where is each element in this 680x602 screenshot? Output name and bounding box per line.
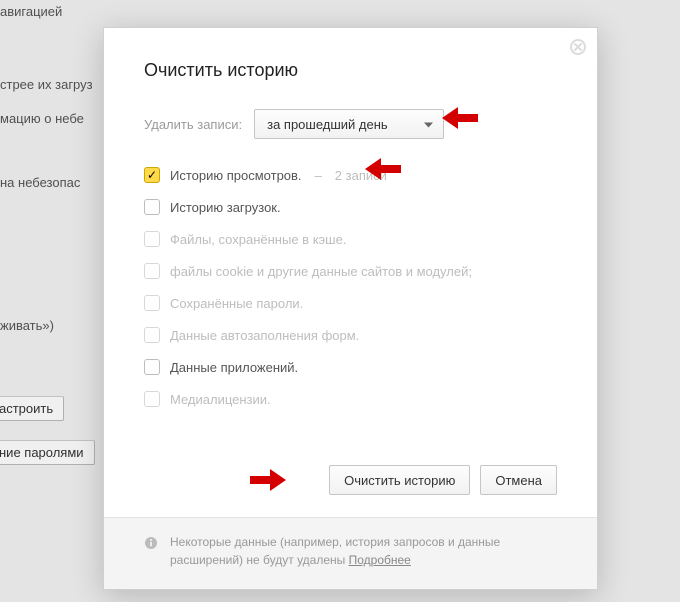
dialog-actions: Очистить историю Отмена — [104, 451, 597, 517]
checkbox[interactable] — [144, 199, 160, 215]
separator: – — [315, 168, 322, 183]
annotation-arrow-icon — [250, 469, 286, 491]
option-label: Историю просмотров. — [170, 168, 302, 183]
options-list: Историю просмотров.–2 записи Историю загр… — [144, 167, 557, 407]
option-label: Файлы, сохранённые в кэше. — [170, 232, 346, 247]
option-row[interactable]: файлы cookie и другие данные сайтов и мо… — [144, 263, 557, 279]
checkbox[interactable] — [144, 327, 160, 343]
option-row[interactable]: Данные автозаполнения форм. — [144, 327, 557, 343]
dialog-title: Очистить историю — [144, 60, 557, 81]
checkbox[interactable] — [144, 231, 160, 247]
option-row[interactable]: Сохранённые пароли. — [144, 295, 557, 311]
footer-text: Некоторые данные (например, история запр… — [170, 534, 557, 569]
close-icon[interactable] — [569, 38, 587, 56]
option-label: Историю загрузок. — [170, 200, 281, 215]
time-range-row: Удалить записи: за прошедший день — [144, 109, 557, 139]
clear-history-dialog: Очистить историю Удалить записи: за прош… — [103, 27, 598, 590]
option-label: Сохранённые пароли. — [170, 296, 303, 311]
option-label: Данные автозаполнения форм. — [170, 328, 359, 343]
footer-learn-more-link[interactable]: Подробнее — [349, 553, 411, 567]
time-range-label: Удалить записи: — [144, 117, 242, 132]
option-row[interactable]: Данные приложений. — [144, 359, 557, 375]
time-range-select[interactable]: за прошедший день — [254, 109, 444, 139]
option-label: Данные приложений. — [170, 360, 298, 375]
time-range-value: за прошедший день — [267, 117, 388, 132]
option-label: файлы cookie и другие данные сайтов и мо… — [170, 264, 472, 279]
checkbox[interactable] — [144, 263, 160, 279]
option-label: Медиалицензии. — [170, 392, 271, 407]
option-row[interactable]: Файлы, сохранённые в кэше. — [144, 231, 557, 247]
checkbox[interactable] — [144, 359, 160, 375]
footer-msg: Некоторые данные (например, история запр… — [170, 535, 500, 566]
chevron-down-icon — [424, 117, 433, 132]
checkbox[interactable] — [144, 391, 160, 407]
option-row[interactable]: Медиалицензии. — [144, 391, 557, 407]
option-count: 2 записи — [335, 168, 387, 183]
checkbox[interactable] — [144, 167, 160, 183]
dialog-footer: Некоторые данные (например, история запр… — [104, 517, 597, 589]
checkbox[interactable] — [144, 295, 160, 311]
info-icon — [144, 536, 158, 550]
clear-history-button[interactable]: Очистить историю — [329, 465, 470, 495]
option-row[interactable]: Историю просмотров.–2 записи — [144, 167, 557, 183]
option-row[interactable]: Историю загрузок. — [144, 199, 557, 215]
cancel-button[interactable]: Отмена — [480, 465, 557, 495]
